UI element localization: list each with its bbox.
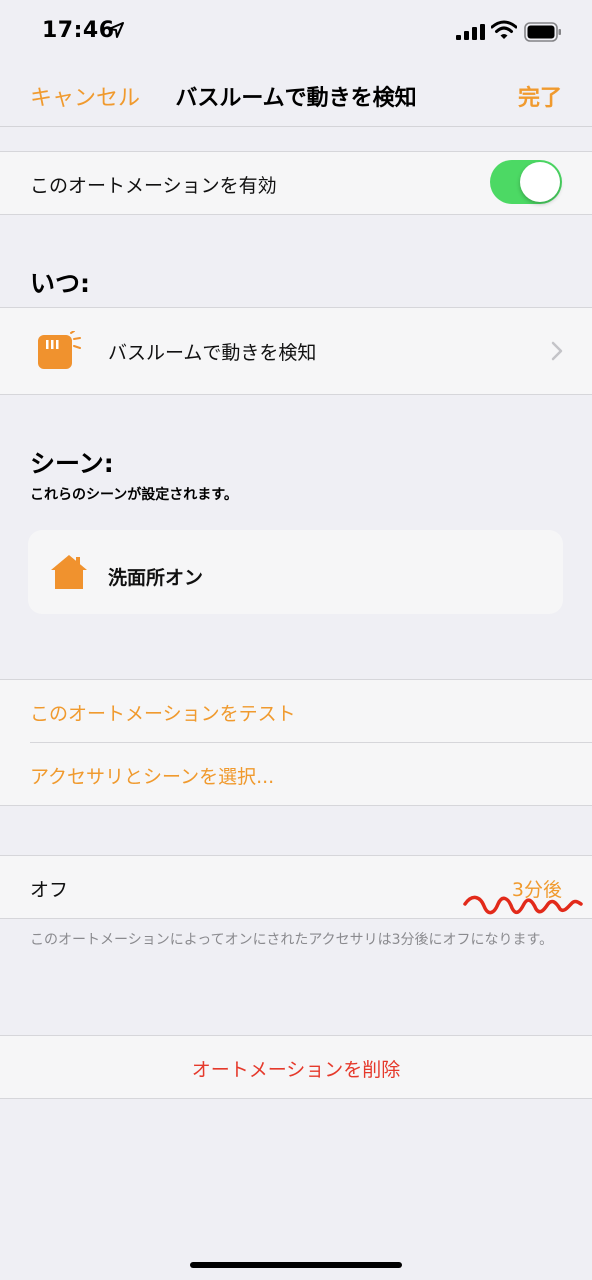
select-accessories-button[interactable]: アクセサリとシーンを選択... (30, 762, 274, 789)
home-indicator[interactable] (190, 1262, 402, 1268)
when-heading: いつ: (30, 269, 90, 298)
location-arrow-icon (108, 22, 124, 38)
enable-automation-label: このオートメーションを有効 (30, 175, 277, 197)
actions-divider (30, 742, 592, 743)
delete-automation-button[interactable]: オートメーションを削除 (0, 1055, 592, 1082)
test-automation-button[interactable]: このオートメーションをテスト (30, 699, 296, 726)
toggle-knob (520, 162, 560, 202)
chevron-right-icon (551, 341, 563, 361)
enable-automation-toggle[interactable] (490, 160, 562, 204)
wifi-icon (491, 20, 517, 39)
done-button[interactable]: 完了 (518, 80, 562, 112)
scenes-subheading: これらのシーンが設定されます。 (30, 487, 238, 503)
cellular-signal-icon (456, 24, 485, 40)
off-label: オフ (30, 879, 69, 901)
scene-name: 洗面所オン (108, 567, 204, 589)
page-title: バスルームで動きを検知 (175, 86, 417, 111)
battery-icon (524, 22, 561, 42)
motion-sensor-icon (38, 331, 81, 369)
scenes-heading: シーン: (30, 449, 114, 478)
trigger-label: バスルームで動きを検知 (108, 342, 317, 364)
red-squiggle-annotation (463, 895, 583, 915)
house-icon (51, 555, 87, 589)
status-time: 17:46 (42, 18, 115, 43)
off-footnote: このオートメーションによってオンにされたアクセサリは3分後にオフになります。 (30, 932, 554, 948)
